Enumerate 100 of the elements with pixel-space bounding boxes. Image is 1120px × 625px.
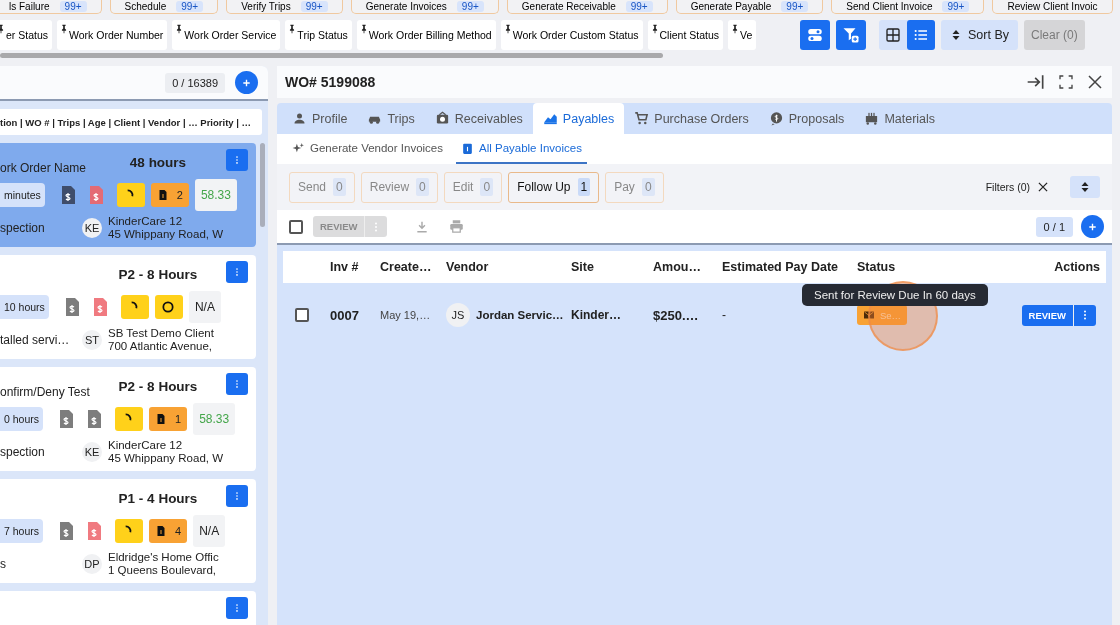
- queue-tab[interactable]: Schedule 99+: [109, 0, 219, 14]
- document-icon: [155, 525, 168, 537]
- close-icon: [1086, 73, 1104, 91]
- column-header: Site: [571, 260, 594, 274]
- priority-label: P2 - 8 Hours: [117, 378, 199, 394]
- avatar: JS: [446, 303, 470, 327]
- avatar: DP: [82, 554, 102, 574]
- sort-button[interactable]: [1070, 176, 1100, 198]
- count-badge: 99+: [942, 1, 970, 12]
- age-chip: 0 hours: [0, 407, 44, 431]
- filters-label: Filters (0): [985, 181, 1030, 193]
- filter-plus-icon: [842, 25, 860, 45]
- age-chip: minutes: [0, 183, 45, 207]
- tab[interactable]: Profile: [282, 103, 358, 134]
- document-badge: 4: [149, 519, 188, 543]
- site-address: Eldridge's Home Offic 1 Queens Boulevard,: [108, 551, 219, 577]
- queue-tab[interactable]: Verify Trips 99+: [226, 0, 343, 14]
- sort-icon: [950, 29, 962, 41]
- sub-tab[interactable]: Generate Vendor Invoices: [287, 134, 448, 164]
- age-chip: 7 hours: [0, 519, 44, 543]
- avatar: KE: [82, 218, 102, 238]
- mail-icon: [863, 309, 875, 321]
- tooltip: Sent for Review Due In 60 days: [802, 284, 988, 306]
- table-cell: -: [722, 308, 726, 322]
- sort-button[interactable]: Sort By: [941, 20, 1018, 50]
- close-icon: [1036, 180, 1050, 194]
- column-header: Estimated Pay Date: [722, 260, 839, 274]
- print-icon: [449, 219, 465, 234]
- page-count: 0 / 1: [1035, 216, 1073, 237]
- value-badge: N/A: [188, 291, 221, 323]
- queue-tab[interactable]: Generate Invoices 99+: [350, 0, 499, 14]
- table-cell: Kinder…: [571, 308, 621, 322]
- cart-icon: [864, 111, 880, 126]
- count-badge: 99+: [781, 1, 809, 12]
- count-badge: 99+: [59, 1, 87, 12]
- view-button[interactable]: [907, 20, 935, 50]
- queue-tab[interactable]: Review Client Invoic: [992, 0, 1113, 14]
- selection-count: 0 / 16389: [165, 72, 225, 93]
- pinned-filter[interactable]: Work Order Billing Method: [356, 20, 496, 50]
- count-badge: 99+: [176, 1, 204, 12]
- pinned-filter[interactable]: Ve: [728, 20, 756, 50]
- toggle-button[interactable]: [800, 20, 830, 50]
- column-header: Vendor: [446, 260, 489, 274]
- count-badge: 99+: [625, 1, 653, 12]
- fullscreen-button[interactable]: [1058, 74, 1074, 90]
- pinned-filter[interactable]: Work Order Service: [172, 20, 281, 50]
- pinned-filter[interactable]: Work Order Custom Status: [500, 20, 643, 50]
- column-header: Create…: [380, 260, 432, 274]
- stage-filter[interactable]: Follow Up 1: [508, 171, 600, 203]
- queue-tab[interactable]: Generate Payable 99+: [675, 0, 824, 14]
- site-address: SB Test Demo Client 700 Atlantic Avenue,: [108, 327, 214, 353]
- document-icon: [155, 413, 168, 425]
- column-header: Amou…: [653, 260, 701, 274]
- ring-icon: [160, 300, 175, 314]
- grid-icon: [885, 26, 901, 44]
- column-header: Status: [857, 260, 896, 274]
- chart-icon: [542, 111, 558, 126]
- table-cell: May 19,…: [380, 309, 431, 321]
- add-button[interactable]: [1081, 215, 1104, 238]
- clear-filters-button[interactable]: [1036, 180, 1050, 194]
- tab[interactable]: Proposals: [758, 103, 855, 134]
- add-filter-button[interactable]: [836, 20, 866, 50]
- service-label: talled servi…: [0, 333, 71, 347]
- add-button[interactable]: [235, 71, 258, 94]
- pinned-filter[interactable]: Client Status: [647, 20, 724, 50]
- tab[interactable]: Purchase Orders: [624, 103, 759, 134]
- pinned-filter[interactable]: Trip Status: [285, 20, 352, 50]
- select-all-checkbox[interactable]: [289, 219, 303, 234]
- queue-tab[interactable]: Send Client Invoice 99+: [831, 0, 985, 14]
- tab[interactable]: Payables: [532, 103, 625, 134]
- review-split-button[interactable]: REVIEW: [1021, 304, 1096, 326]
- queue-tab[interactable]: Generate Receivable 99+: [506, 0, 668, 14]
- collapse-button[interactable]: [1026, 72, 1046, 92]
- table-cell: $250.…: [653, 307, 699, 323]
- arrow-to-bar-icon: [1026, 72, 1046, 92]
- service-label: spection: [0, 221, 46, 235]
- work-order-name: onfirm/Deny Test: [0, 385, 90, 399]
- column-header: Inv #: [330, 260, 359, 274]
- percent-badge: 58.33: [193, 403, 236, 435]
- pinned-filter[interactable]: Work Order Number: [57, 20, 168, 50]
- priority-label: P1 - 4 Hours: [117, 490, 199, 506]
- column-header: tion | WO # | Trips | Age | Client | Vendor | … Priority | …: [0, 109, 262, 135]
- priority-label: 48 hours: [128, 154, 188, 170]
- person-icon: [292, 111, 307, 126]
- tab[interactable]: Materials: [854, 103, 946, 134]
- tab[interactable]: Receivables: [424, 103, 533, 134]
- close-button[interactable]: [1086, 73, 1104, 91]
- work-order-name: ork Order Name: [0, 161, 88, 175]
- avatar: ST: [82, 330, 102, 350]
- service-label: s: [0, 557, 7, 571]
- site-address: KinderCare 12 45 Whippany Road, W: [108, 215, 224, 241]
- cart-icon: [634, 111, 650, 126]
- pinned-filter[interactable]: er Status: [0, 20, 53, 50]
- queue-tab[interactable]: ls Failure 99+: [0, 0, 102, 14]
- value-badge: N/A: [193, 515, 226, 547]
- row-checkbox[interactable]: [295, 308, 309, 322]
- document-badge: 2: [150, 183, 189, 207]
- percent-badge: 58.33: [194, 179, 237, 211]
- clipboard-icon: [461, 141, 474, 155]
- tab[interactable]: Trips: [357, 103, 425, 134]
